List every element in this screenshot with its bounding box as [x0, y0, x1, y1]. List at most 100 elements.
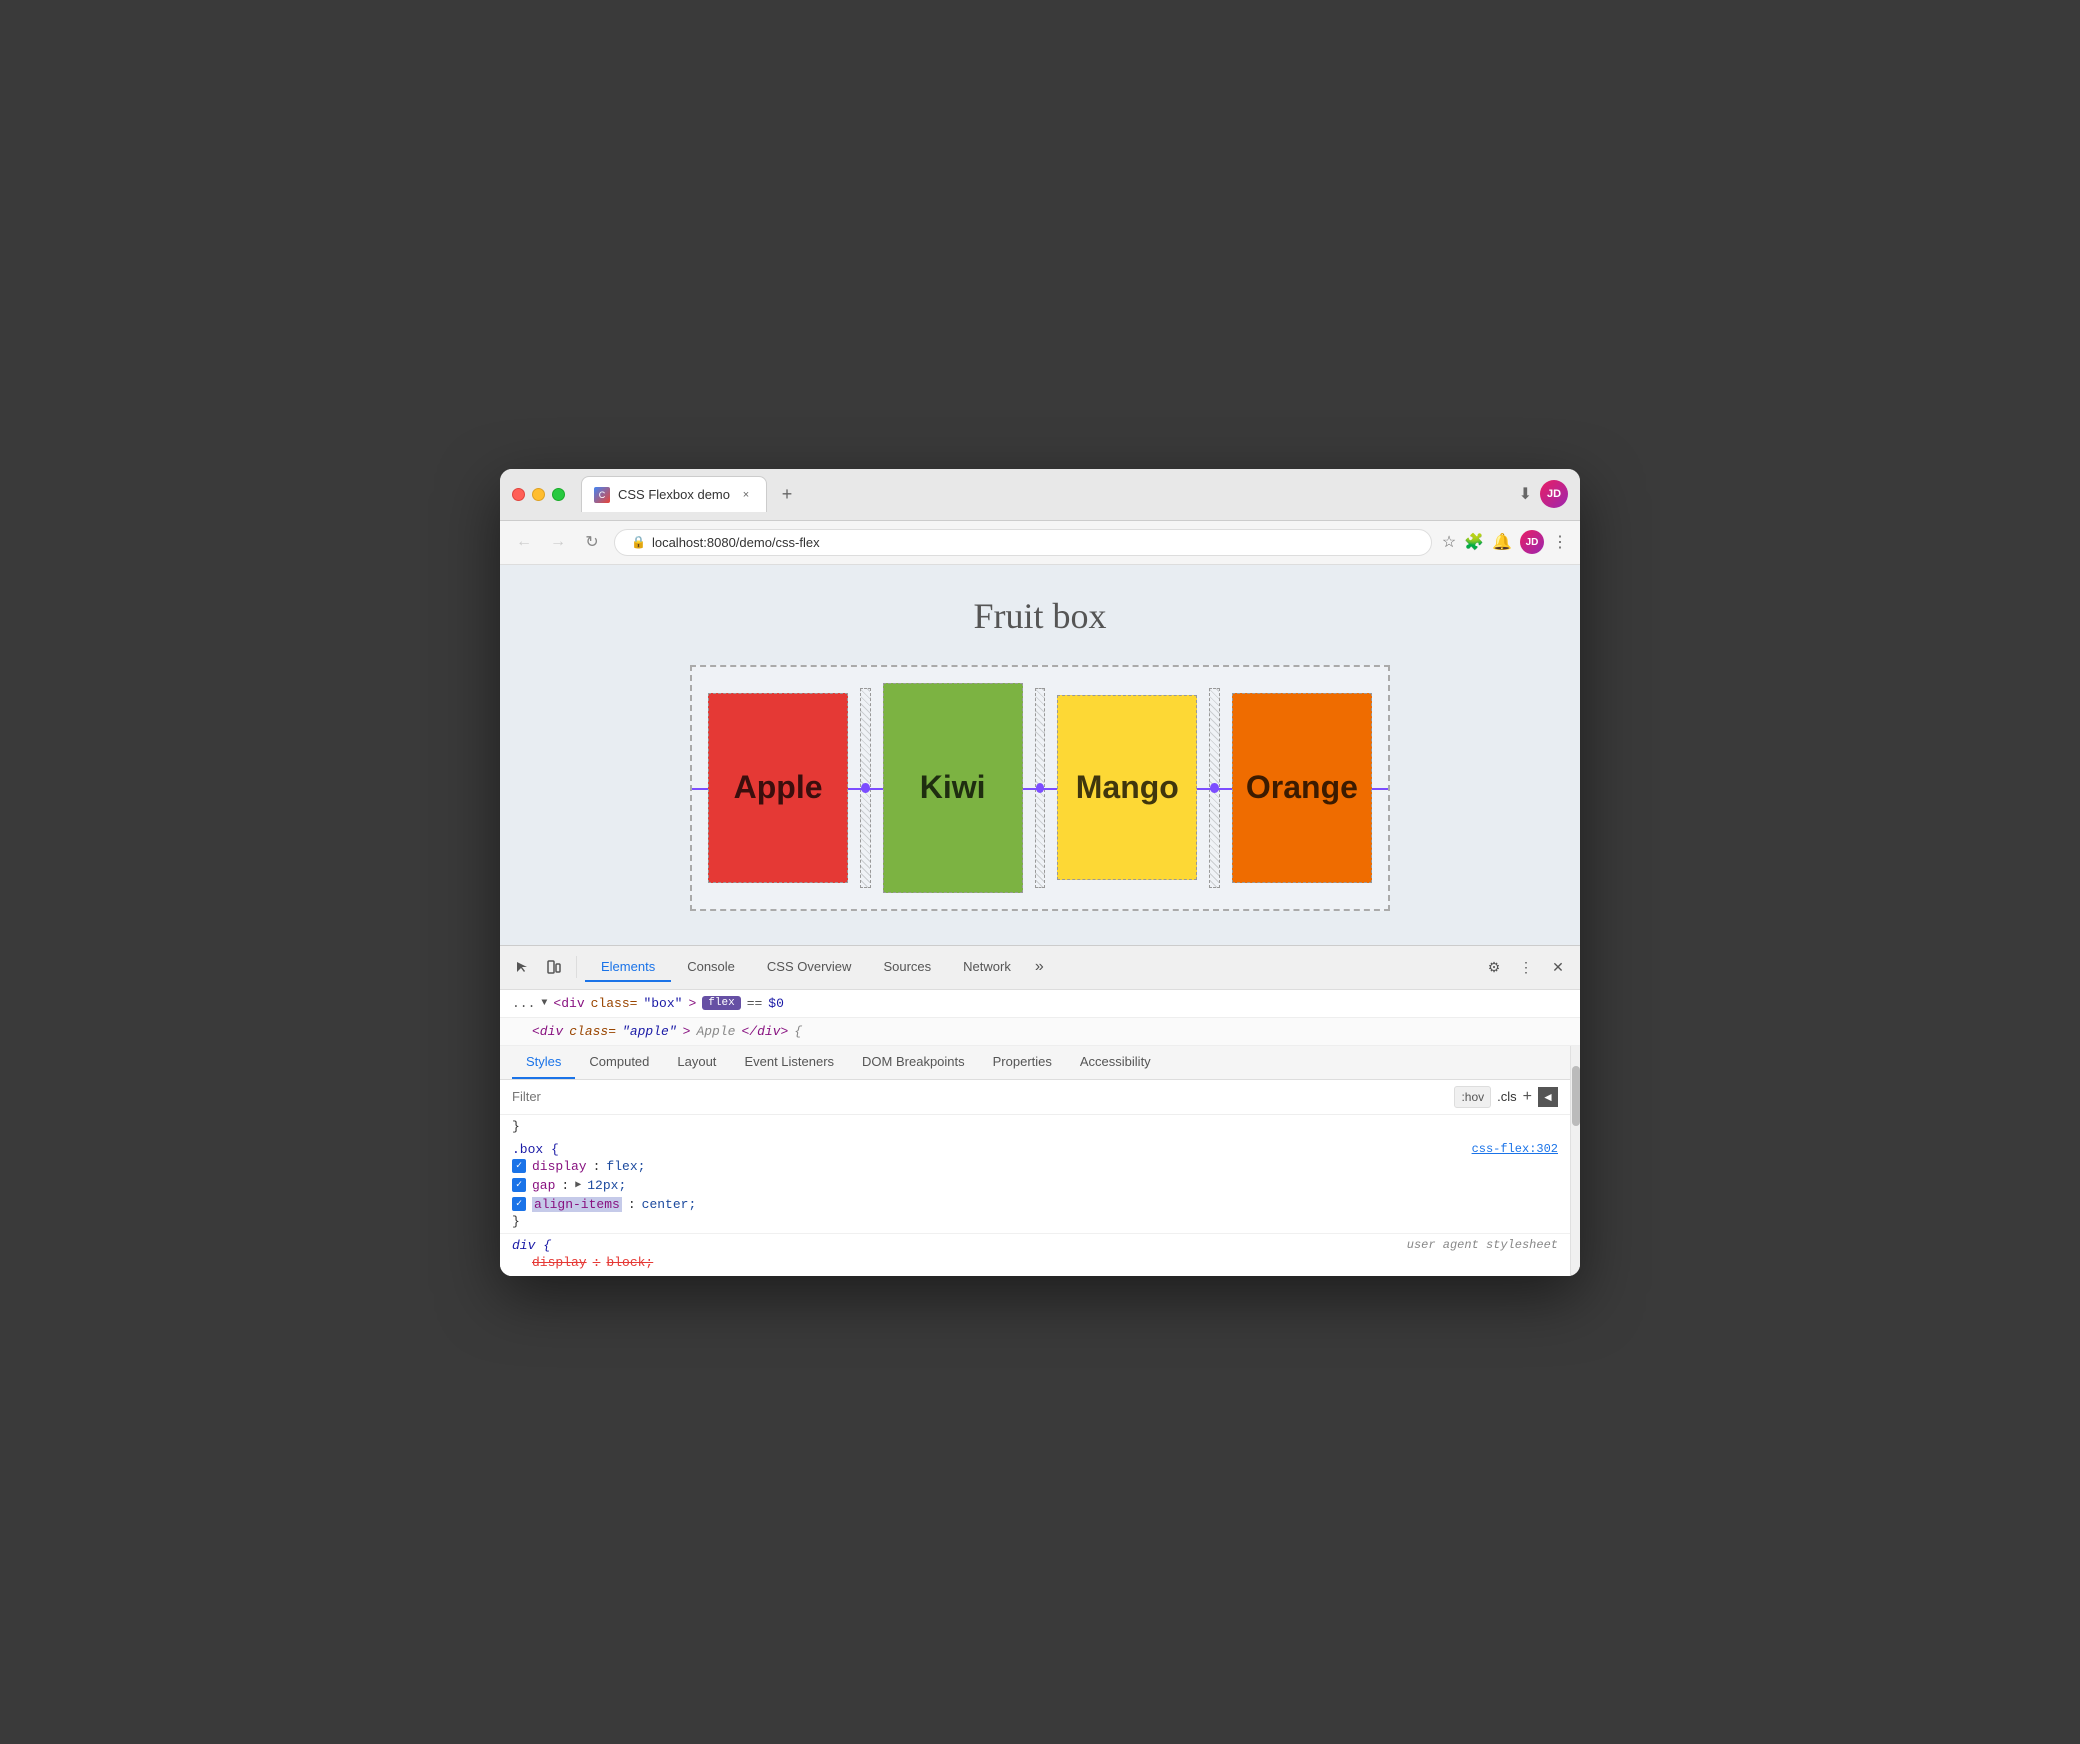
css-prop-gap: ✓ gap : ▶ 12px;: [512, 1176, 1558, 1195]
dom-attr-value: "box": [643, 996, 682, 1011]
css-rule-close-brace: }: [512, 1214, 1558, 1229]
more-options-button[interactable]: ⋮: [1512, 953, 1540, 981]
flex-gap-2: [1035, 688, 1045, 888]
maximize-button[interactable]: [552, 488, 565, 501]
hov-button[interactable]: :hov: [1454, 1086, 1491, 1108]
fruit-item-apple: Apple: [708, 693, 848, 883]
refresh-button[interactable]: ↻: [580, 530, 604, 554]
css-user-agent-rule: div { user agent stylesheet display : bl…: [500, 1233, 1570, 1276]
profile-icon[interactable]: 🔔: [1492, 532, 1512, 552]
flex-badge[interactable]: flex: [702, 996, 740, 1010]
close-brace-box: }: [512, 1214, 520, 1229]
profile-avatar[interactable]: JD: [1540, 480, 1568, 508]
css-source-link[interactable]: css-flex:302: [1472, 1142, 1558, 1156]
traffic-lights: [512, 488, 565, 501]
css-prop-align-items: ✓ align-items : center;: [512, 1195, 1558, 1214]
tab-css-overview[interactable]: CSS Overview: [751, 953, 868, 982]
extensions-icon[interactable]: 🧩: [1464, 532, 1484, 552]
prop-value-display: flex;: [606, 1159, 645, 1174]
settings-button[interactable]: ⚙: [1480, 953, 1508, 981]
address-bar: ← → ↻ 🔒 localhost:8080/demo/css-flex ☆ 🧩…: [500, 521, 1580, 565]
page-title: Fruit box: [973, 595, 1106, 637]
prop-value-display-ua: block;: [606, 1255, 653, 1270]
device-toolbar-button[interactable]: [540, 953, 568, 981]
close-button[interactable]: [512, 488, 525, 501]
prop-colon-align: :: [628, 1197, 636, 1212]
devtools-scrollbar[interactable]: [1570, 1046, 1580, 1276]
tab-sources[interactable]: Sources: [867, 953, 947, 982]
event-listeners-tab[interactable]: Event Listeners: [730, 1046, 848, 1079]
inspect-element-button[interactable]: [508, 953, 536, 981]
more-tabs-button[interactable]: »: [1027, 954, 1052, 980]
accessibility-tab[interactable]: Accessibility: [1066, 1046, 1165, 1079]
computed-tab[interactable]: Computed: [575, 1046, 663, 1079]
prop-name-display: display: [532, 1159, 587, 1174]
title-bar: C CSS Flexbox demo × + ⬇ JD: [500, 469, 1580, 521]
back-button[interactable]: ←: [512, 530, 536, 554]
css-selector-box: .box {: [512, 1142, 559, 1157]
dom-dollar-zero: $0: [768, 996, 784, 1011]
bookmark-icon[interactable]: ☆: [1442, 532, 1456, 552]
devtools-panel: Elements Console CSS Overview Sources Ne…: [500, 945, 1580, 1276]
filter-input[interactable]: [512, 1089, 1446, 1104]
css-box-rule: .box { css-flex:302 ✓ display : flex;: [500, 1138, 1570, 1233]
download-icon[interactable]: ⬇: [1519, 484, 1532, 504]
devtools-toolbar: Elements Console CSS Overview Sources Ne…: [500, 946, 1580, 990]
styles-panel-tabs: Styles Computed Layout Event Listeners D…: [500, 1046, 1570, 1080]
devtools-toolbar-right: ⚙ ⋮ ✕: [1480, 953, 1572, 981]
user-avatar[interactable]: JD: [1520, 530, 1544, 554]
prop-name-display-ua: display: [512, 1255, 587, 1270]
dom-sub-endtag: </div>: [741, 1024, 788, 1039]
filter-actions: :hov .cls + ◄: [1454, 1086, 1558, 1108]
css-ua-header: div { user agent stylesheet: [512, 1238, 1558, 1253]
url-bar[interactable]: 🔒 localhost:8080/demo/css-flex: [614, 529, 1432, 556]
scrollbar-thumb[interactable]: [1572, 1066, 1580, 1126]
layout-tab[interactable]: Layout: [663, 1046, 730, 1079]
dom-breakpoints-tab[interactable]: DOM Breakpoints: [848, 1046, 979, 1079]
tab-network[interactable]: Network: [947, 953, 1027, 982]
dom-ellipsis: ...: [512, 996, 535, 1011]
tab-favicon: C: [594, 487, 610, 503]
dom-equals: ==: [747, 996, 763, 1011]
tab-elements[interactable]: Elements: [585, 953, 671, 982]
dom-sub-tag: <div: [532, 1024, 563, 1039]
prop-checkbox-gap[interactable]: ✓: [512, 1178, 526, 1192]
cls-button[interactable]: .cls: [1497, 1089, 1517, 1104]
prop-checkbox-align[interactable]: ✓: [512, 1197, 526, 1211]
prop-name-align: align-items: [532, 1197, 622, 1212]
dom-sub-close: >: [683, 1024, 691, 1039]
url-text: localhost:8080/demo/css-flex: [652, 535, 820, 550]
toggle-sidebar-button[interactable]: ◄: [1538, 1087, 1558, 1107]
fruit-flexbox-container: Apple Kiwi Mango Orange: [690, 665, 1390, 911]
lock-icon: 🔒: [631, 535, 646, 549]
gap-expand-arrow[interactable]: ▶: [575, 1179, 581, 1191]
dom-expand-arrow[interactable]: ▼: [541, 998, 547, 1009]
toolbar-divider: [576, 956, 577, 978]
dom-sub-text: Apple: [696, 1024, 735, 1039]
css-selector-div: div {: [512, 1238, 551, 1253]
menu-icon[interactable]: ⋮: [1552, 532, 1568, 552]
dom-open-tag: <div: [553, 996, 584, 1011]
tab-close-button[interactable]: ×: [738, 487, 754, 503]
prop-colon-ua: :: [593, 1255, 601, 1270]
closing-brace: }: [512, 1119, 520, 1134]
css-empty-rule: }: [500, 1115, 1570, 1138]
css-rule-header: .box { css-flex:302: [512, 1142, 1558, 1157]
filter-bar: :hov .cls + ◄: [500, 1080, 1570, 1115]
close-devtools-button[interactable]: ✕: [1544, 953, 1572, 981]
dom-attr-class: class=: [591, 996, 638, 1011]
new-tab-button[interactable]: +: [773, 480, 801, 508]
properties-tab[interactable]: Properties: [979, 1046, 1066, 1079]
tab-area: C CSS Flexbox demo × +: [581, 476, 1507, 512]
address-icons: ☆ 🧩 🔔 JD ⋮: [1442, 530, 1568, 554]
tab-console[interactable]: Console: [671, 953, 751, 982]
prop-checkbox-display[interactable]: ✓: [512, 1159, 526, 1173]
dom-sub-val: "apple": [622, 1024, 677, 1039]
tab-title: CSS Flexbox demo: [618, 487, 730, 502]
minimize-button[interactable]: [532, 488, 545, 501]
styles-tab[interactable]: Styles: [512, 1046, 575, 1079]
active-tab[interactable]: C CSS Flexbox demo ×: [581, 476, 767, 512]
devtools-tabs: Elements Console CSS Overview Sources Ne…: [585, 953, 1476, 982]
forward-button[interactable]: →: [546, 530, 570, 554]
add-style-button[interactable]: +: [1523, 1088, 1532, 1106]
